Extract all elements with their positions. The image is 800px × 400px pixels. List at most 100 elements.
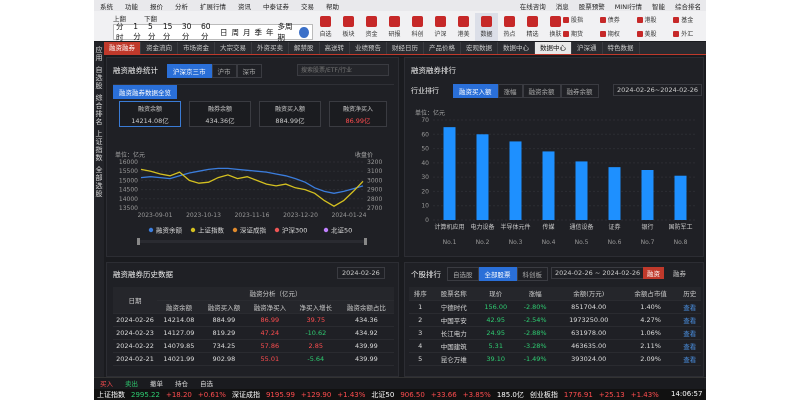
table-row[interactable]: 2024-02-26 14214.08 884.99 86.99 39.75 434.36 bbox=[113, 313, 394, 327]
market-index-futures[interactable]: 股指 bbox=[559, 15, 596, 24]
period-option[interactable]: 5分 bbox=[146, 22, 161, 42]
stat-card[interactable]: 融券余额 434.36亿 bbox=[189, 101, 251, 127]
ranking-link[interactable]: 综合排名 bbox=[670, 1, 706, 11]
stock-tab[interactable]: 科创板 bbox=[516, 267, 548, 281]
mini-quote-link[interactable]: MINI行情 bbox=[610, 1, 647, 11]
message-link[interactable]: 消息 bbox=[551, 1, 574, 11]
tab-calendar[interactable]: 财经日历 bbox=[387, 42, 424, 54]
menu-item[interactable]: 交易 bbox=[295, 1, 320, 11]
menu-item[interactable]: 功能 bbox=[119, 1, 144, 11]
date-range-picker[interactable]: 2024-02-26 ~ 2024-02-26 bbox=[551, 267, 645, 279]
tab-macro[interactable]: 宏观数据 bbox=[461, 42, 498, 54]
margin-button[interactable]: 融资 bbox=[643, 267, 664, 279]
leftnav-item[interactable]: 上证指数 bbox=[94, 130, 104, 162]
view-link[interactable]: 查看 bbox=[678, 326, 701, 340]
rank-tab[interactable]: 融资余额 bbox=[522, 84, 561, 98]
period-option[interactable]: 多周期 bbox=[275, 21, 299, 43]
tab-foreign-trade[interactable]: 外资买卖 bbox=[252, 42, 289, 54]
market-futures[interactable]: 期货 bbox=[559, 29, 596, 38]
period-option[interactable]: 1分 bbox=[131, 22, 146, 42]
table-row[interactable]: 2024-02-23 14127.09 819.29 47.24 -10.62 434.9… bbox=[113, 326, 394, 340]
toolbar-button-hs[interactable]: 沪深 bbox=[429, 13, 452, 41]
menu-item[interactable]: 扩展行情 bbox=[194, 1, 232, 11]
watchlist-button[interactable]: 自选 bbox=[194, 378, 219, 388]
gear-icon[interactable] bbox=[299, 26, 310, 38]
period-option[interactable]: 60分 bbox=[199, 22, 218, 42]
short-button[interactable]: 融券 bbox=[669, 267, 690, 279]
market-bonds[interactable]: 债券 bbox=[596, 15, 633, 24]
rank-tab[interactable]: 融券余额 bbox=[560, 84, 599, 98]
rank-tab[interactable]: 融资买入额 bbox=[453, 84, 498, 98]
view-link[interactable]: 查看 bbox=[678, 352, 701, 366]
period-option[interactable]: 年 bbox=[264, 27, 276, 38]
tab-prices[interactable]: 产品价格 bbox=[424, 42, 461, 54]
tab-special-data[interactable]: 特色数据 bbox=[603, 42, 640, 54]
buy-button[interactable]: 买入 bbox=[94, 378, 119, 388]
table-row[interactable]: 2024-02-21 14021.99 902.98 55.01 -5.64 439.99 bbox=[113, 352, 394, 366]
tab-block-trade[interactable]: 大宗交易 bbox=[215, 42, 252, 54]
tab-data-center[interactable]: 数据中心 bbox=[498, 42, 535, 54]
view-link[interactable]: 查看 bbox=[678, 313, 701, 327]
tab-margin-trading[interactable]: 融资融券 bbox=[104, 42, 141, 54]
rank-tab[interactable]: 涨幅 bbox=[497, 84, 523, 98]
stat-card[interactable]: 融资净买入 86.99亿 bbox=[329, 101, 387, 127]
period-option[interactable]: 月 bbox=[241, 27, 253, 38]
leftnav-item[interactable]: 综合排名 bbox=[94, 94, 104, 126]
period-option[interactable]: 分时 bbox=[114, 21, 131, 43]
menu-item[interactable]: 系统 bbox=[94, 1, 119, 11]
menu-item[interactable]: 帮助 bbox=[320, 1, 345, 11]
online-help-link[interactable]: 在线咨询 bbox=[515, 1, 551, 11]
tab-capital-flow[interactable]: 资金流向 bbox=[141, 42, 178, 54]
leftnav-item[interactable]: 自选股 bbox=[94, 66, 104, 90]
smart-link[interactable]: 智能 bbox=[647, 1, 670, 11]
toolbar-button-research[interactable]: 研报 bbox=[383, 13, 406, 41]
toolbar-button-sector[interactable]: 板块 bbox=[337, 13, 360, 41]
market-options[interactable]: 期权 bbox=[596, 29, 633, 38]
stock-tab[interactable]: 自选股 bbox=[447, 267, 479, 281]
leftnav-item[interactable]: 应用 bbox=[94, 46, 104, 62]
period-option[interactable]: 30分 bbox=[180, 22, 199, 42]
market-hk[interactable]: 港股 bbox=[633, 15, 670, 24]
table-row[interactable]: 3 长江电力 24.95 -2.88% 631978.00 1.06% 查看 bbox=[409, 326, 701, 340]
toolbar-button-capital[interactable]: 资金 bbox=[360, 13, 383, 41]
overview-tab[interactable]: 融资融券数据全览 bbox=[113, 85, 177, 99]
stat-card[interactable]: 融资余额 14214.08亿 bbox=[119, 101, 181, 127]
period-option[interactable]: 日 bbox=[218, 27, 230, 38]
period-option[interactable]: 15分 bbox=[161, 22, 180, 42]
menu-item[interactable]: 报价 bbox=[144, 1, 169, 11]
date-picker[interactable]: 2024-02-26 bbox=[337, 267, 385, 279]
sell-button[interactable]: 卖出 bbox=[119, 378, 144, 388]
search-input[interactable] bbox=[297, 64, 389, 76]
toolbar-button-self[interactable]: 自选 bbox=[314, 13, 337, 41]
toolbar-button-hot[interactable]: 热点 bbox=[498, 13, 521, 41]
table-row[interactable]: 2 中国平安 42.95 -2.54% 1973250.00 4.27% 查看 bbox=[409, 313, 701, 327]
positions-button[interactable]: 持仓 bbox=[169, 378, 194, 388]
tab-market-capital[interactable]: 市场资金 bbox=[178, 42, 215, 54]
table-row[interactable]: 5 昆仑万维 39.10 -1.49% 393024.00 2.09% 查看 bbox=[409, 352, 701, 366]
table-row[interactable]: 2024-02-22 14079.85 734.25 57.86 2.85 439.99 bbox=[113, 339, 394, 353]
tab-connect[interactable]: 沪深通 bbox=[572, 42, 603, 54]
toolbar-button-star[interactable]: 科创 bbox=[406, 13, 429, 41]
date-range-picker[interactable]: 2024-02-26~2024-02-26 bbox=[613, 84, 702, 96]
stock-tab[interactable]: 全部股票 bbox=[478, 267, 517, 281]
market-fx[interactable]: 外汇 bbox=[669, 29, 706, 38]
table-row[interactable]: 1 宁德时代 156.00 -2.80% 851704.00 1.40% 查看 bbox=[409, 300, 701, 314]
toolbar-button-data[interactable]: 数据 bbox=[475, 13, 498, 41]
period-option[interactable]: 季 bbox=[252, 27, 264, 38]
period-option[interactable]: 周 bbox=[229, 27, 241, 38]
table-row[interactable]: 4 中国建筑 5.31 -3.28% 463635.00 2.11% 查看 bbox=[409, 339, 701, 353]
market-us[interactable]: 美股 bbox=[633, 29, 670, 38]
region-tab[interactable]: 沪深京三市 bbox=[167, 64, 212, 78]
toolbar-button-hk[interactable]: 港美 bbox=[452, 13, 475, 41]
tab-unlock[interactable]: 解禁股 bbox=[289, 42, 320, 54]
tab-earnings[interactable]: 业绩预告 bbox=[350, 42, 387, 54]
tab-high-dividend[interactable]: 高送转 bbox=[320, 42, 350, 54]
stock-alert-link[interactable]: 股票预警 bbox=[574, 1, 610, 11]
toolbar-button-pick[interactable]: 精选 bbox=[521, 13, 544, 41]
market-funds[interactable]: 基金 bbox=[669, 15, 706, 24]
region-tab[interactable]: 沪市 bbox=[211, 64, 237, 78]
menu-item[interactable]: 中泰证券 bbox=[257, 1, 295, 11]
region-tab[interactable]: 深市 bbox=[236, 64, 262, 78]
stat-card[interactable]: 融资买入额 884.99亿 bbox=[259, 101, 321, 127]
tab-data-center-tooltip[interactable]: 数据中心 bbox=[535, 42, 572, 54]
